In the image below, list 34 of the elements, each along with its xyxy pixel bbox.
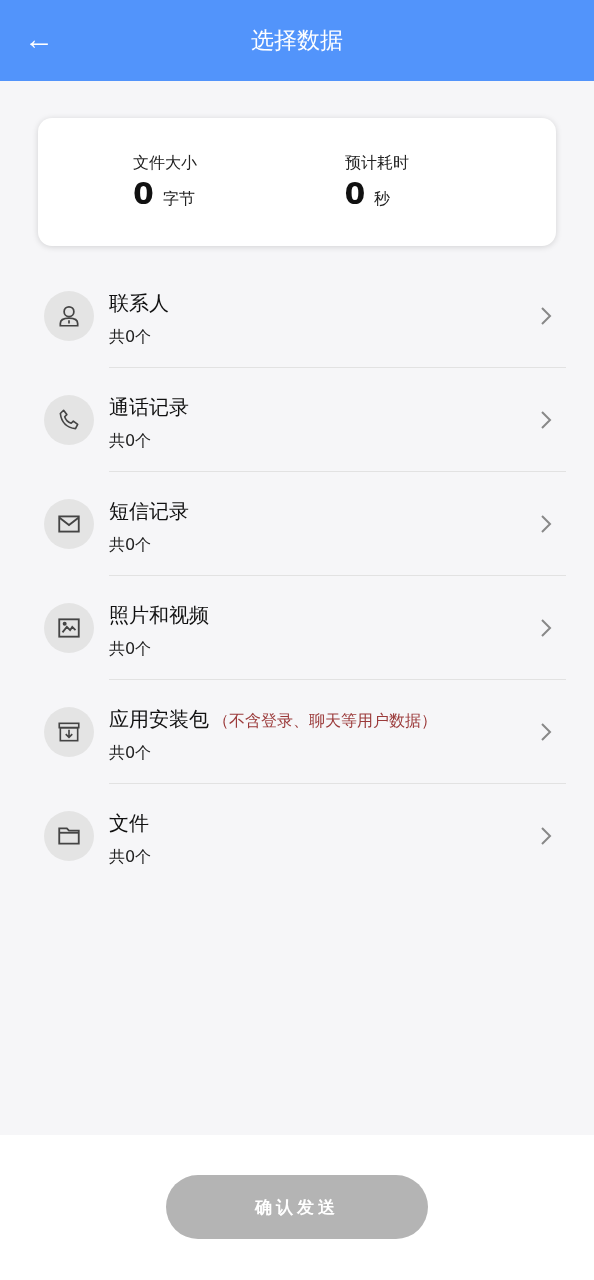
- chevron-right-icon: [540, 826, 552, 846]
- item-count: 共0个: [109, 639, 152, 660]
- item-title: 照片和视频: [109, 602, 209, 629]
- stat-unit: 秒: [374, 189, 391, 210]
- item-count: 共0个: [109, 743, 152, 764]
- item-title: 通话记录: [109, 394, 189, 421]
- item-title: 应用安装包: [109, 706, 209, 733]
- data-category-item[interactable]: 应用安装包 （不含登录、聊天等用户数据） 共0个: [0, 680, 594, 784]
- stat-unit: 字节: [162, 189, 195, 210]
- item-count: 共0个: [109, 327, 152, 348]
- item-title: 联系人: [109, 290, 169, 317]
- data-category-item[interactable]: 照片和视频 共0个: [0, 576, 594, 680]
- stat-value: 0: [344, 176, 366, 211]
- item-count: 共0个: [109, 535, 152, 556]
- page-title: 选择数据: [251, 26, 343, 55]
- item-title: 文件: [109, 810, 149, 837]
- item-title: 短信记录: [109, 498, 189, 525]
- image-icon: [56, 615, 82, 641]
- item-count: 共0个: [109, 847, 152, 868]
- item-count: 共0个: [109, 431, 152, 452]
- chevron-right-icon: [540, 618, 552, 638]
- stat-label: 预计耗时: [344, 153, 409, 174]
- data-category-item[interactable]: 短信记录 共0个: [0, 472, 594, 576]
- data-category-item[interactable]: 通话记录 共0个: [0, 368, 594, 472]
- person-icon: [56, 303, 82, 329]
- stat-value: 0: [133, 176, 154, 211]
- data-category-item[interactable]: 联系人 共0个: [0, 264, 594, 368]
- item-note: （不含登录、聊天等用户数据）: [213, 711, 437, 732]
- chevron-right-icon: [540, 410, 552, 430]
- chevron-right-icon: [540, 514, 552, 534]
- stat-label: 文件大小: [133, 153, 197, 174]
- chevron-right-icon: [540, 306, 552, 326]
- data-category-item[interactable]: 文件 共0个: [0, 784, 594, 888]
- chevron-right-icon: [540, 722, 552, 742]
